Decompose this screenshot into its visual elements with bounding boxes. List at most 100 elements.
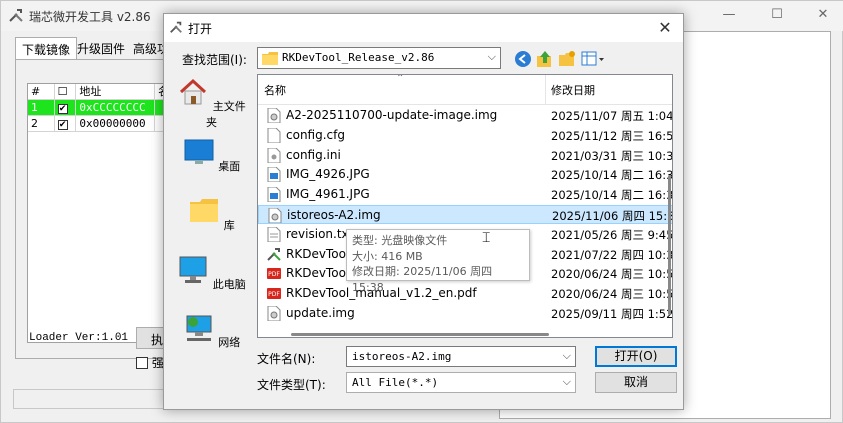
pdf-file-icon: PDF [267, 288, 281, 300]
file-row[interactable]: update.img 2025/09/11 周四 1:52 [258, 304, 673, 323]
column-header-date[interactable]: 修改日期 [551, 82, 595, 98]
file-row[interactable]: A2-2025110700-update-image.img 2025/11/07… [258, 106, 673, 125]
img-file-icon [267, 306, 281, 321]
tab-download-image[interactable]: 下载镜像 [15, 37, 78, 59]
filetype-value: All File(*.*) [352, 376, 439, 389]
exe-file-icon [267, 247, 281, 261]
partition-grid: # ☐ 地址 名 1 ✔ 0xCCCCCCCC 2 ✔ 0x00000000 [27, 83, 169, 343]
column-header-name[interactable]: 名称 [264, 82, 286, 98]
minimize-icon[interactable]: — [719, 5, 739, 25]
table-row[interactable]: 1 ✔ 0xCCCCCCCC [28, 100, 169, 116]
filename-label: 文件名(N): [257, 352, 316, 366]
ini-file-icon [267, 147, 281, 163]
file-row[interactable]: config.ini 2021/03/31 周三 10:3 [258, 146, 673, 165]
file-name: istoreos-A2.img [287, 208, 381, 222]
vertical-scrollbar[interactable] [668, 175, 671, 315]
pdf-file-icon: PDF [267, 268, 281, 280]
execute-button[interactable]: 执 [136, 327, 166, 349]
column-separator[interactable] [545, 75, 546, 105]
file-date: 2021/03/31 周三 10:3 [551, 148, 673, 163]
file-date: 2025/11/12 周三 16:5 [551, 128, 673, 143]
file-date: 2021/05/26 周三 9:45 [551, 227, 673, 242]
row-checkbox[interactable]: ✔ [57, 104, 68, 114]
file-name: IMG_4961.JPG [286, 187, 370, 202]
up-folder-icon[interactable] [536, 50, 554, 68]
background-window-title: 瑞芯微开发工具 v2.86 [29, 10, 151, 24]
place-this-pc[interactable]: 此电脑 [174, 254, 249, 292]
maximize-icon[interactable]: ☐ [767, 5, 787, 25]
library-icon [190, 199, 219, 222]
jpg-file-icon [267, 167, 281, 183]
file-row[interactable]: IMG_4961.JPG 2025/10/14 周二 16:3 [258, 185, 673, 204]
file-date: 2025/11/07 周五 1:04 [551, 109, 673, 123]
svg-text:PDF: PDF [268, 271, 280, 278]
place-label: 主文件夹 [206, 100, 246, 129]
place-home[interactable]: 主文件夹 [174, 76, 249, 130]
file-date: 2020/06/24 周三 10:5 [551, 287, 673, 302]
chevron-down-icon[interactable]: ⌵ [563, 375, 571, 389]
dialog-title: 打开 [188, 22, 213, 36]
row-checkbox[interactable]: ✔ [57, 120, 68, 130]
look-in-select[interactable]: RKDevTool_Release_v2.86 ⌵ [257, 47, 501, 69]
place-label: 库 [223, 219, 235, 232]
text-cursor-icon: ⌶ [482, 230, 491, 246]
chevron-down-icon[interactable]: ⌵ [488, 50, 496, 64]
blank-file-icon [267, 127, 281, 143]
look-in-label: 查找范围(I): [182, 53, 247, 67]
grid-header-address: 地址 [76, 84, 156, 99]
chevron-down-icon[interactable]: ⌵ [563, 349, 571, 363]
grid-cell-address: 0xCCCCCCCC [76, 100, 156, 115]
file-row[interactable]: config.cfg 2025/11/12 周三 16:5 [258, 126, 673, 145]
tools-icon [170, 21, 182, 33]
force-checkbox[interactable]: 强 [136, 354, 166, 371]
place-desktop[interactable]: 桌面 [174, 136, 249, 174]
place-network[interactable]: 网络 [174, 312, 249, 350]
close-icon[interactable]: ✕ [655, 18, 675, 37]
place-label: 桌面 [218, 160, 241, 173]
tooltip-size: 大小: 416 MB [352, 249, 423, 263]
new-folder-icon[interactable] [558, 50, 576, 68]
filetype-select[interactable]: All File(*.*) ⌵ [346, 372, 576, 393]
horizontal-scrollbar[interactable] [291, 333, 549, 336]
filetype-label: 文件类型(T): [257, 378, 326, 392]
file-row[interactable]: istoreos-A2.img 2025/11/06 周四 15:3 [258, 205, 672, 224]
dialog-title-bar: 打开 ✕ [164, 14, 683, 42]
file-list-header: ⌃ 名称 修改日期 [258, 74, 672, 105]
file-date: 2025/10/14 周二 16:3 [551, 188, 673, 203]
file-name: IMG_4926.JPG [286, 167, 370, 182]
tab-upgrade-firmware[interactable]: 升级固件 [71, 37, 131, 59]
checkbox-box[interactable] [136, 357, 148, 369]
tooltip-type: 类型: 光盘映像文件 [352, 234, 448, 247]
file-date: 2025/10/14 周二 16:3 [551, 168, 673, 183]
cancel-button[interactable]: 取消 [595, 372, 677, 393]
place-library[interactable]: 库 [174, 195, 249, 233]
desktop-icon [184, 139, 214, 164]
grid-cell-check[interactable]: ✔ [55, 116, 77, 131]
table-row[interactable]: 2 ✔ 0x00000000 [28, 116, 169, 132]
file-date: 2020/06/24 周三 10:5 [551, 267, 673, 282]
grid-cell-check[interactable]: ✔ [55, 100, 77, 115]
open-file-dialog: 打开 ✕ 查找范围(I): RKDevTool_Release_v2.86 ⌵ … [163, 13, 684, 410]
file-date: 2025/09/11 周四 1:52 [551, 307, 673, 321]
file-name: RKDevTool_ [286, 266, 356, 281]
file-row[interactable]: IMG_4926.JPG 2025/10/14 周二 16:3 [258, 165, 673, 184]
file-list[interactable]: ⌃ 名称 修改日期 A2-2025110700-update-image.img… [257, 74, 673, 338]
file-info-tooltip: 类型: 光盘映像文件 大小: 416 MB 修改日期: 2025/11/06 周… [346, 229, 530, 294]
close-icon[interactable]: ✕ [813, 5, 833, 25]
back-icon[interactable] [514, 50, 532, 68]
view-menu-icon[interactable] [581, 50, 605, 68]
grid-header-check: ☐ [55, 84, 77, 99]
sort-ascending-icon: ⌃ [396, 74, 405, 84]
grid-cell-num: 2 [28, 116, 55, 131]
tools-icon [9, 9, 23, 22]
file-name: update.img [286, 306, 355, 320]
folder-icon [262, 52, 278, 65]
places-bar: 主文件夹 桌面 库 此电脑 网络 [174, 74, 249, 374]
svg-text:PDF: PDF [268, 291, 280, 298]
open-button[interactable]: 打开(O) [595, 346, 677, 367]
grid-empty-area [28, 132, 168, 342]
filename-input[interactable]: istoreos-A2.img ⌵ [346, 346, 576, 367]
file-name: config.cfg [286, 127, 345, 142]
network-icon [186, 315, 212, 341]
txt-file-icon [267, 226, 281, 242]
